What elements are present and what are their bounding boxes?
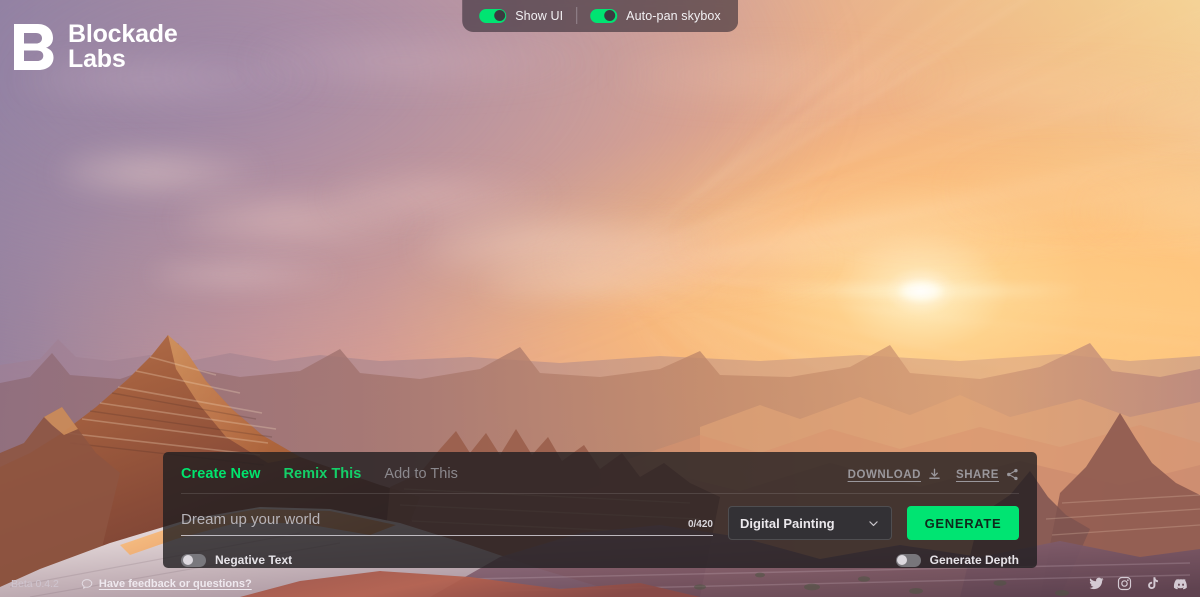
status-left: Beta 0.4.2 Have feedback or questions? bbox=[11, 578, 252, 590]
style-select[interactable]: Digital Painting bbox=[728, 506, 892, 540]
speech-bubble-icon bbox=[81, 578, 93, 589]
negative-text-toggle-switch[interactable] bbox=[181, 553, 206, 567]
prompt-input[interactable]: Dream up your world bbox=[181, 511, 688, 535]
show-ui-toggle-switch[interactable] bbox=[479, 8, 507, 23]
toggle-knob bbox=[604, 10, 616, 21]
toggle-knob bbox=[897, 555, 908, 565]
download-label: DOWNLOAD bbox=[847, 468, 921, 481]
generate-depth-toggle-group[interactable]: Generate Depth bbox=[895, 553, 1019, 567]
feedback-label: Have feedback or questions? bbox=[98, 577, 252, 590]
auto-pan-toggle-group[interactable]: Auto-pan skybox bbox=[590, 8, 721, 23]
download-icon bbox=[929, 468, 940, 479]
auto-pan-toggle-switch[interactable] bbox=[590, 8, 618, 23]
social-links bbox=[1089, 576, 1189, 592]
download-action[interactable]: DOWNLOAD bbox=[848, 468, 941, 481]
generation-panel: Create New Remix This Add to This DOWNLO… bbox=[163, 452, 1037, 568]
tab-remix-this[interactable]: Remix This bbox=[283, 466, 361, 482]
share-label: SHARE bbox=[955, 468, 999, 481]
blockade-labs-logo[interactable]: Blockade Labs bbox=[12, 22, 178, 72]
negative-text-toggle-group[interactable]: Negative Text bbox=[181, 553, 292, 567]
discord-icon[interactable] bbox=[1173, 576, 1189, 592]
logo-line-2: Labs bbox=[68, 45, 126, 73]
panel-actions: DOWNLOAD SHARE bbox=[848, 466, 1019, 481]
logo-line-1: Blockade bbox=[68, 20, 178, 48]
prompt-row: Dream up your world 0/420 Digital Painti… bbox=[163, 494, 1037, 540]
share-icon bbox=[1007, 468, 1018, 481]
prompt-underline bbox=[181, 534, 713, 536]
twitter-icon[interactable] bbox=[1089, 576, 1104, 591]
logo-wordmark: Blockade Labs bbox=[68, 22, 178, 72]
auto-pan-label: Auto-pan skybox bbox=[626, 8, 721, 23]
tab-add-to-this: Add to This bbox=[384, 466, 458, 482]
panel-header: Create New Remix This Add to This DOWNLO… bbox=[163, 452, 1037, 482]
style-select-value: Digital Painting bbox=[740, 515, 835, 531]
show-ui-toggle-group[interactable]: Show UI bbox=[479, 8, 564, 23]
version-label: Beta 0.4.2 bbox=[11, 577, 59, 590]
prompt-input-wrapper[interactable]: Dream up your world 0/420 bbox=[181, 511, 713, 536]
mode-tabs: Create New Remix This Add to This bbox=[181, 466, 458, 482]
blockade-b-logo-icon bbox=[14, 24, 54, 70]
negative-text-label: Negative Text bbox=[215, 553, 293, 567]
app-root: Show UI Auto-pan skybox Blockade Labs Cr… bbox=[0, 0, 1200, 597]
toolbar-divider bbox=[576, 7, 578, 24]
tiktok-icon[interactable] bbox=[1145, 576, 1160, 591]
toggle-knob bbox=[493, 10, 505, 21]
tab-create-new[interactable]: Create New bbox=[181, 466, 260, 482]
share-action[interactable]: SHARE bbox=[956, 468, 1019, 481]
panel-toggles-row: Negative Text Generate Depth bbox=[163, 540, 1037, 567]
generate-button[interactable]: GENERATE bbox=[907, 506, 1019, 540]
instagram-icon[interactable] bbox=[1117, 576, 1132, 591]
viewer-toggle-bar: Show UI Auto-pan skybox bbox=[462, 0, 738, 32]
status-bar: Beta 0.4.2 Have feedback or questions? bbox=[0, 570, 1200, 597]
generate-depth-label: Generate Depth bbox=[929, 553, 1019, 567]
feedback-link[interactable]: Have feedback or questions? bbox=[81, 578, 252, 590]
chevron-down-icon bbox=[869, 520, 878, 526]
show-ui-label: Show UI bbox=[515, 8, 564, 23]
toggle-knob bbox=[182, 555, 193, 565]
character-counter: 0/420 bbox=[687, 518, 713, 530]
generate-depth-toggle-switch[interactable] bbox=[895, 553, 921, 567]
